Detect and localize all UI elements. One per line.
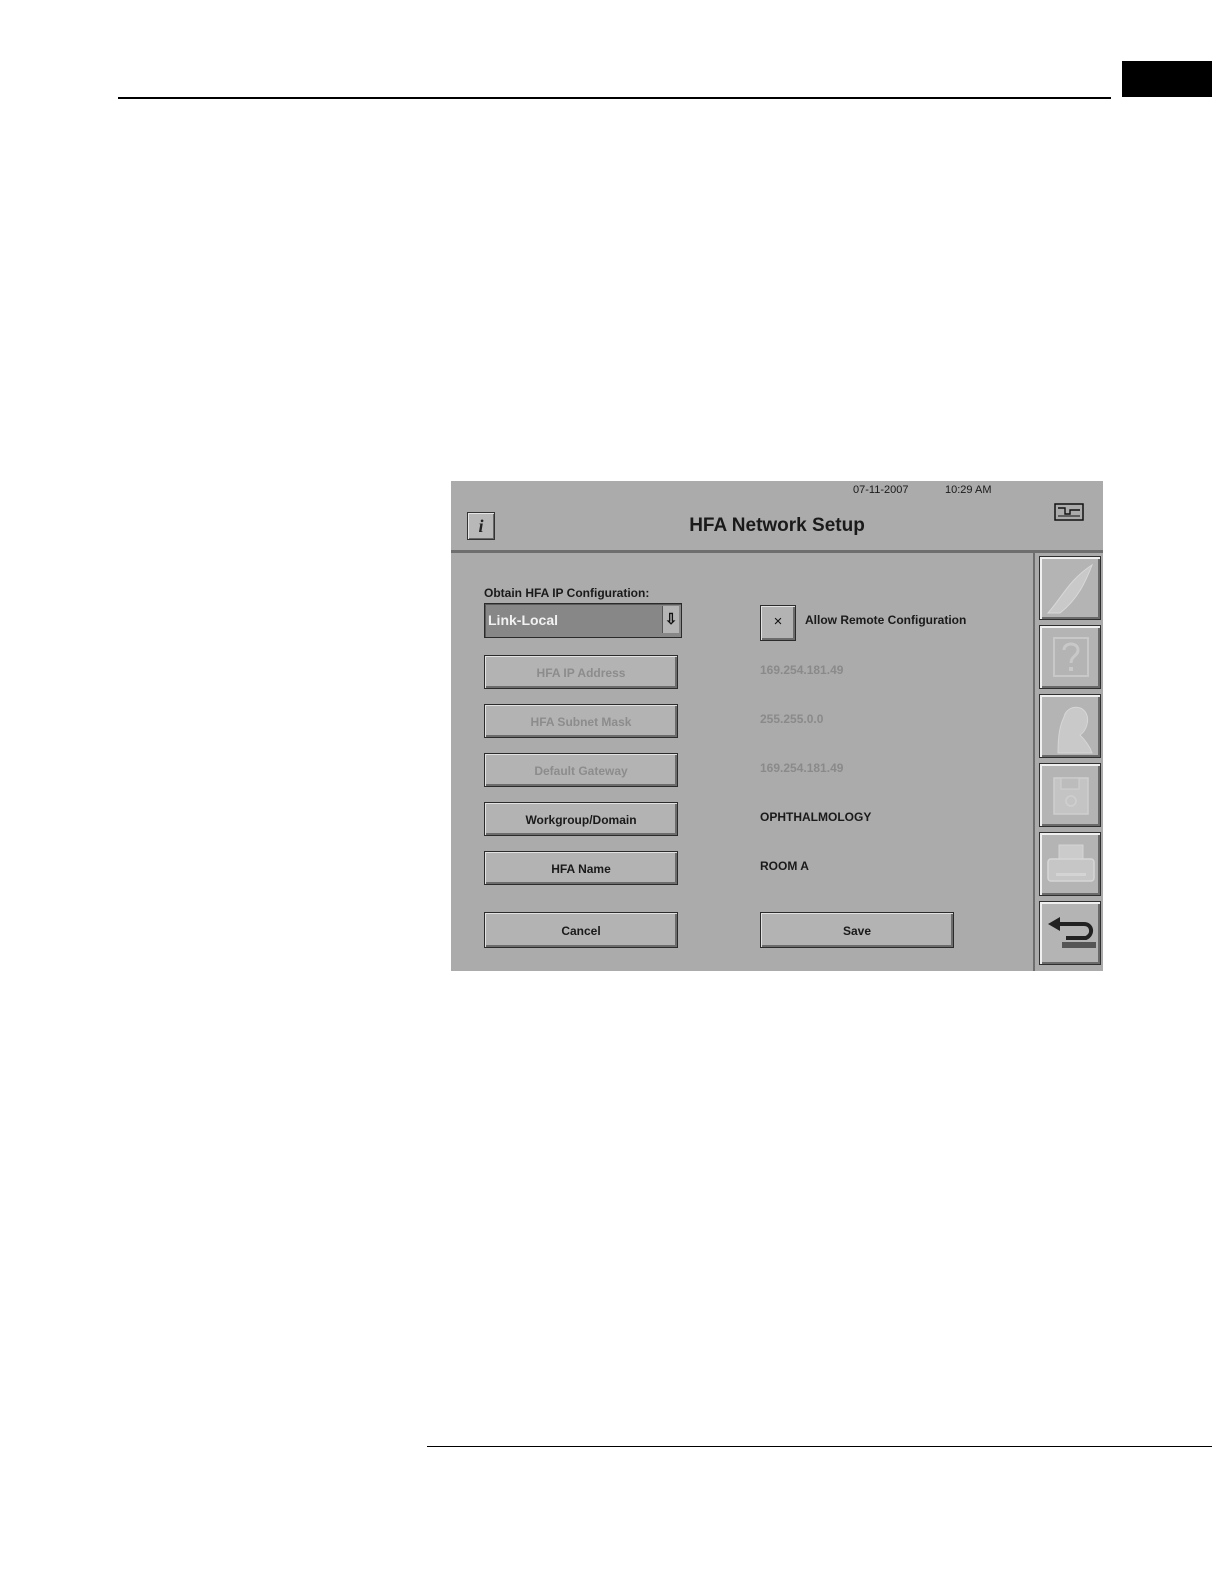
hfa-subnet-mask-value: 255.255.0.0 [760, 712, 824, 726]
tool-button-6[interactable] [1039, 901, 1101, 965]
screen-title: HFA Network Setup [689, 515, 865, 536]
tool-button-1[interactable] [1039, 556, 1101, 620]
header-time: 10:29 AM [945, 484, 992, 496]
tool-button-4[interactable] [1039, 763, 1101, 827]
checkbox-check-icon: × [773, 613, 783, 630]
ip-config-dropdown[interactable]: Link-Local ⇩ [484, 603, 682, 638]
default-gateway-value: 169.254.181.49 [760, 761, 844, 775]
allow-remote-config-checkbox[interactable]: × [760, 605, 796, 641]
page-corner-tab [1122, 61, 1212, 97]
hfa-ip-address-value: 169.254.181.49 [760, 663, 844, 677]
floppy-disk-icon [1053, 777, 1089, 815]
network-settings-form: Obtain HFA IP Configuration: Link-Local … [451, 553, 1033, 971]
page-top-rule [118, 97, 1111, 99]
save-button[interactable]: Save [760, 912, 954, 948]
return-arrow-icon [1048, 917, 1096, 948]
tool-button-2[interactable] [1039, 625, 1101, 689]
patient-icon [1057, 706, 1093, 754]
allow-remote-config-label: Allow Remote Configuration [805, 613, 967, 627]
hfa-ip-address-button[interactable]: HFA IP Address [484, 655, 678, 689]
tool-sidebar [1033, 553, 1103, 971]
header-date: 07-11-2007 [853, 484, 909, 496]
hfa-network-setup-screen: 07-11-2007 10:29 AM i HFA Network Setup … [451, 481, 1103, 971]
tool-button-5[interactable] [1039, 832, 1101, 896]
workgroup-domain-button[interactable]: Workgroup/Domain [484, 802, 678, 836]
printer-icon [1047, 844, 1095, 882]
default-gateway-button[interactable]: Default Gateway [484, 753, 678, 787]
ip-config-label: Obtain HFA IP Configuration: [484, 586, 650, 600]
hfa-name-button[interactable]: HFA Name [484, 851, 678, 885]
help-icon [1053, 637, 1089, 677]
ip-config-selected-value: Link-Local [488, 612, 559, 628]
page-bottom-rule [427, 1446, 1212, 1447]
hfa-subnet-mask-button[interactable]: HFA Subnet Mask [484, 704, 678, 738]
monitor-status-icon [1054, 503, 1084, 521]
workgroup-domain-value: OPHTHALMOLOGY [760, 810, 872, 824]
tool-button-3[interactable] [1039, 694, 1101, 758]
dropdown-arrow-icon[interactable]: ⇩ [662, 606, 679, 633]
cancel-button[interactable]: Cancel [484, 912, 678, 948]
screen-header: 07-11-2007 10:29 AM i HFA Network Setup [451, 481, 1103, 553]
swoosh-icon [1046, 563, 1093, 614]
hfa-name-value: ROOM A [760, 859, 809, 873]
